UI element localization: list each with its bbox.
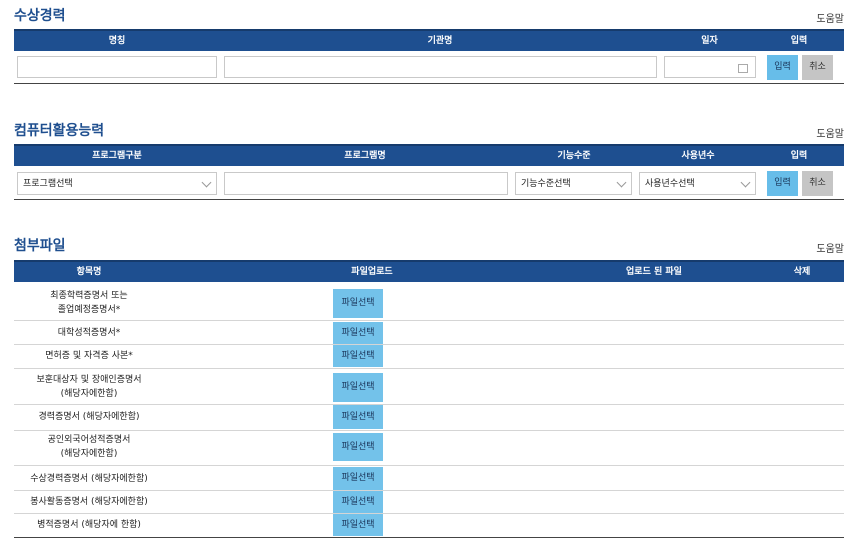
awards-table-header: 명칭 기관명 일자 입력 (14, 29, 844, 51)
attach-item-label: 보훈대상자 및 장애인증명서 (해당자에한함) (36, 375, 142, 399)
row-divider (14, 320, 844, 321)
attach-item-label: 병적증명서 (해당자에 한함) (37, 520, 141, 530)
skill-level-select[interactable]: 기능수준선택 (515, 172, 632, 195)
file-select-button[interactable]: 파일선택 (333, 345, 383, 367)
attach-item-label: 공인외국어성적증명서 (해당자에한함) (47, 435, 131, 459)
usage-years-value: 사용년수선택 (645, 179, 695, 189)
attach-item-label: 수상경력증명서 (해당자에한함) (30, 474, 148, 484)
awards-col-input: 입력 (790, 36, 808, 46)
award-input-button[interactable]: 입력 (767, 55, 798, 80)
awards-help-link[interactable]: 도움말 (816, 10, 844, 25)
attach-item-label: 최종학력증명서 또는 졸업예정증명서* (50, 291, 128, 315)
program-category-select[interactable]: 프로그램선택 (17, 172, 217, 195)
computer-cancel-button[interactable]: 취소 (802, 171, 833, 196)
file-select-button[interactable]: 파일선택 (333, 433, 383, 461)
computer-col-level: 기능수준 (557, 151, 591, 161)
row-divider (14, 430, 844, 431)
file-select-button[interactable]: 파일선택 (333, 322, 383, 344)
file-select-button[interactable]: 파일선택 (333, 491, 383, 513)
attach-col-item: 항목명 (76, 267, 102, 277)
row-divider (14, 368, 844, 369)
calendar-icon[interactable] (738, 64, 748, 73)
file-select-button[interactable]: 파일선택 (333, 467, 383, 490)
award-org-input[interactable] (224, 56, 657, 78)
attach-help-link[interactable]: 도움말 (816, 240, 844, 255)
row-divider (14, 404, 844, 405)
computer-col-program: 프로그램명 (344, 151, 386, 161)
awards-col-date: 일자 (701, 36, 718, 46)
computer-input-button[interactable]: 입력 (767, 171, 798, 196)
row-divider (14, 344, 844, 345)
row-divider (14, 490, 844, 491)
computer-bottom-divider (14, 199, 844, 200)
chevron-down-icon (740, 177, 751, 188)
computer-table-header: 프로그램구분 프로그램명 기능수준 사용년수 입력 (14, 144, 844, 166)
attach-item-label: 면허증 및 자격증 사본* (45, 351, 133, 361)
award-date-input[interactable] (664, 56, 756, 78)
file-select-button[interactable]: 파일선택 (333, 514, 383, 536)
row-divider (14, 465, 844, 466)
attach-title: 첨부파일 (14, 238, 66, 254)
awards-col-org: 기관명 (427, 36, 453, 46)
program-category-value: 프로그램선택 (23, 179, 73, 189)
skill-level-value: 기능수준선택 (521, 179, 571, 189)
file-select-button[interactable]: 파일선택 (333, 405, 383, 429)
file-select-button[interactable]: 파일선택 (333, 289, 383, 318)
computer-col-category: 프로그램구분 (92, 151, 142, 161)
computer-col-years: 사용년수 (681, 151, 715, 161)
attach-item-label: 봉사활동증명서 (해당자에한함) (30, 497, 148, 507)
attach-item-label: 경력증명서 (해당자에한함) (38, 412, 140, 422)
award-cancel-button[interactable]: 취소 (802, 55, 833, 80)
attach-bottom-divider (14, 537, 844, 538)
awards-col-name: 명칭 (108, 36, 126, 46)
attach-col-upload: 파일업로드 (351, 267, 393, 277)
attach-table-header: 항목명 파일업로드 업로드 된 파일 삭제 (14, 260, 844, 282)
awards-bottom-divider (14, 83, 844, 84)
computer-title: 컴퓨터활용능력 (14, 123, 105, 139)
file-select-button[interactable]: 파일선택 (333, 373, 383, 402)
chevron-down-icon (201, 177, 212, 188)
attach-item-label: 대학성적증명서* (57, 328, 121, 338)
award-name-input[interactable] (17, 56, 217, 78)
row-divider (14, 513, 844, 514)
attach-col-delete: 삭제 (793, 267, 811, 277)
attach-col-uploaded: 업로드 된 파일 (626, 267, 682, 277)
computer-col-input: 입력 (790, 151, 808, 161)
computer-help-link[interactable]: 도움말 (816, 125, 844, 140)
usage-years-select[interactable]: 사용년수선택 (639, 172, 756, 195)
awards-title: 수상경력 (14, 8, 66, 24)
chevron-down-icon (616, 177, 627, 188)
program-name-input[interactable] (224, 172, 508, 195)
